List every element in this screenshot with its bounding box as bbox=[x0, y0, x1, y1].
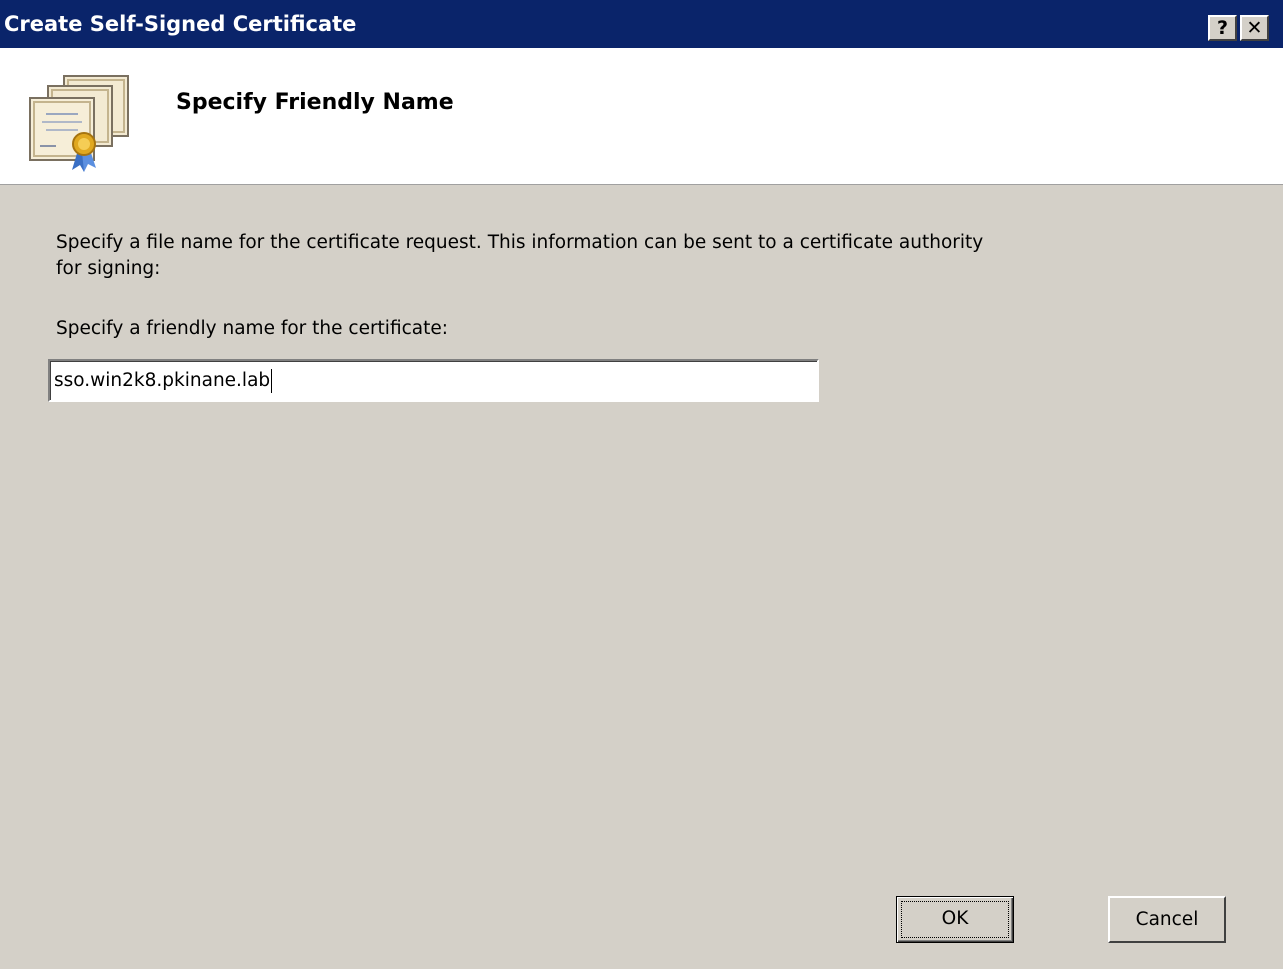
title-bar[interactable]: Create Self-Signed Certificate ? ✕ bbox=[0, 0, 1283, 48]
description-line-1: Specify a file name for the certificate … bbox=[56, 232, 984, 253]
close-button[interactable]: ✕ bbox=[1240, 15, 1269, 41]
cancel-button-label: Cancel bbox=[1135, 909, 1199, 930]
page-title: Specify Friendly Name bbox=[176, 90, 454, 115]
description-line-2: for signing: bbox=[56, 258, 161, 279]
friendly-name-value[interactable]: sso.win2k8.pkinane.lab bbox=[54, 369, 273, 393]
help-button[interactable]: ? bbox=[1208, 15, 1237, 41]
description-text: Specify a file name for the certificate … bbox=[56, 230, 1176, 282]
ok-button[interactable]: OK bbox=[896, 896, 1014, 943]
dialog-header: Specify Friendly Name bbox=[0, 48, 1283, 185]
cancel-button[interactable]: Cancel bbox=[1108, 896, 1226, 943]
focus-rectangle bbox=[901, 901, 1009, 938]
create-self-signed-certificate-dialog: Create Self-Signed Certificate ? ✕ Speci… bbox=[0, 0, 1283, 969]
friendly-name-label: Specify a friendly name for the certific… bbox=[56, 318, 448, 339]
text-caret bbox=[271, 369, 273, 393]
certificate-icon bbox=[29, 75, 129, 172]
window-title: Create Self-Signed Certificate bbox=[4, 12, 357, 36]
friendly-name-input[interactable]: sso.win2k8.pkinane.lab bbox=[48, 359, 819, 402]
